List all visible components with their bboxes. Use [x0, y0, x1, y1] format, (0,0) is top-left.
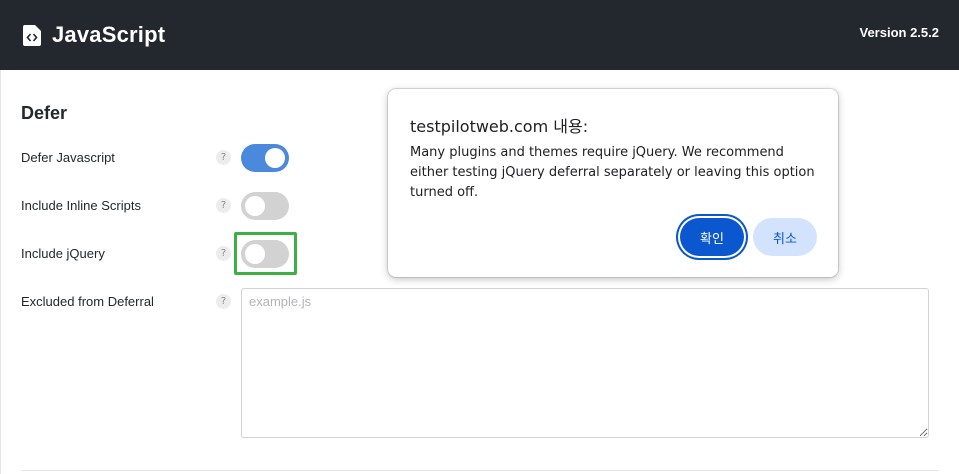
- dialog-title: testpilotweb.com 내용:: [410, 117, 589, 136]
- help-icon[interactable]: ?: [216, 150, 231, 165]
- file-code-icon: [23, 25, 41, 46]
- include-inline-scripts-label: Include Inline Scripts: [21, 198, 141, 213]
- toggle-knob: [245, 244, 265, 264]
- excluded-from-deferral-textarea[interactable]: [241, 288, 929, 438]
- defer-javascript-toggle[interactable]: [241, 144, 289, 172]
- include-jquery-toggle[interactable]: [241, 240, 289, 268]
- defer-javascript-label: Defer Javascript: [21, 150, 115, 165]
- app-header: JavaScript Version 2.5.2: [0, 0, 959, 70]
- page-title: JavaScript: [52, 22, 166, 47]
- version-label: Version 2.5.2: [859, 25, 940, 40]
- help-icon[interactable]: ?: [216, 294, 231, 309]
- include-jquery-label: Include jQuery: [21, 246, 105, 261]
- excluded-from-deferral-label: Excluded from Deferral: [21, 294, 154, 309]
- section-title: Defer: [21, 103, 68, 123]
- toggle-knob: [245, 196, 265, 216]
- confirm-dialog: testpilotweb.com 내용: Many plugins and th…: [388, 89, 838, 277]
- include-inline-scripts-toggle[interactable]: [241, 192, 289, 220]
- divider: [21, 470, 939, 471]
- dialog-message: Many plugins and themes require jQuery. …: [410, 145, 815, 200]
- cancel-button[interactable]: 취소: [753, 218, 817, 256]
- help-icon[interactable]: ?: [216, 198, 231, 213]
- ok-button[interactable]: 확인: [680, 218, 744, 256]
- toggle-knob: [265, 148, 285, 168]
- help-icon[interactable]: ?: [216, 246, 231, 261]
